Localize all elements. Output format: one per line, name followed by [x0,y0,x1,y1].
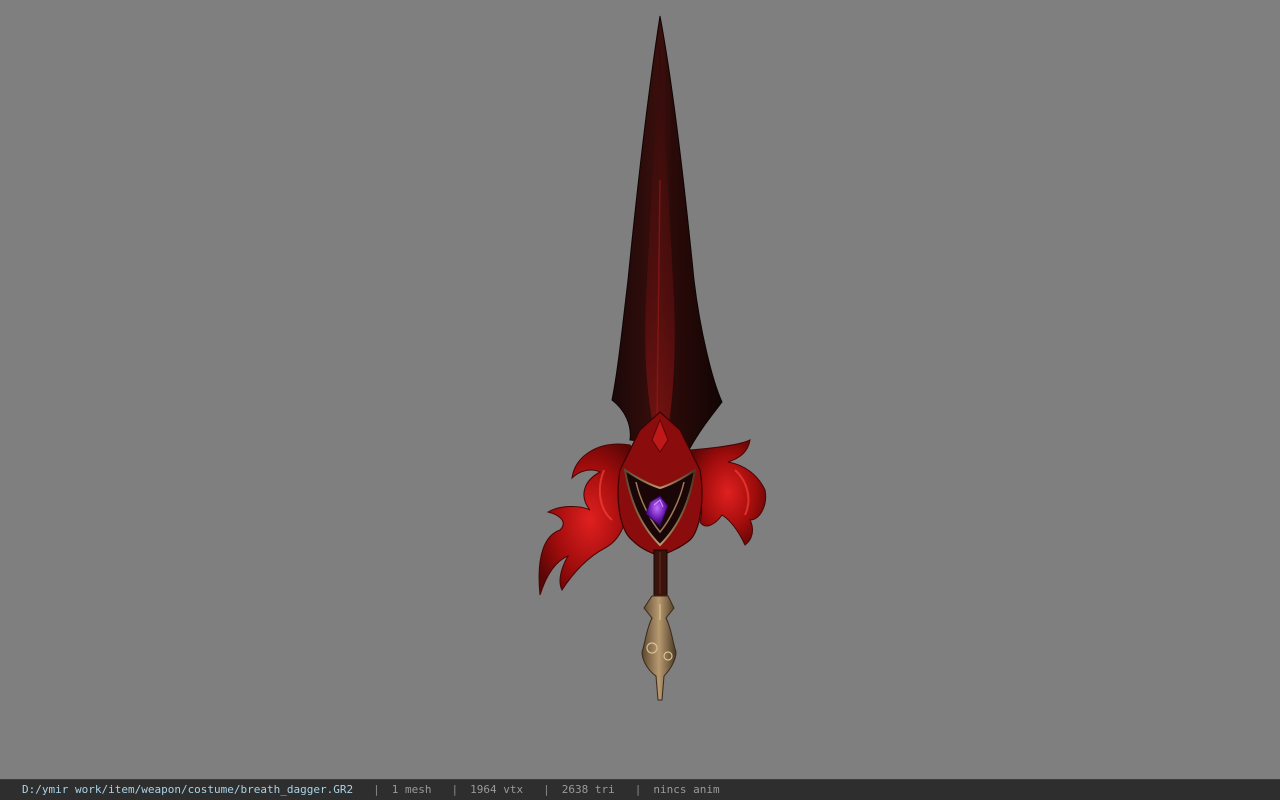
animation-status: nincs anim [653,783,720,796]
separator: | [634,783,642,796]
handle [653,549,668,597]
file-path: D:/ymir work/item/weapon/costume/breath_… [22,783,354,796]
separator: | [543,783,550,796]
blade [611,15,723,449]
dagger-model [538,15,767,701]
status-bar: D:/ymir work/item/weapon/costume/breath_… [0,779,1280,800]
vertex-count: 1964 vtx [470,783,524,796]
3d-viewport[interactable] [0,0,1280,779]
mesh-count: 1 mesh [391,783,432,796]
separator: | [451,783,459,796]
triangle-count: 2638 tri [561,783,615,796]
pommel [641,595,677,701]
separator: | [373,783,380,796]
